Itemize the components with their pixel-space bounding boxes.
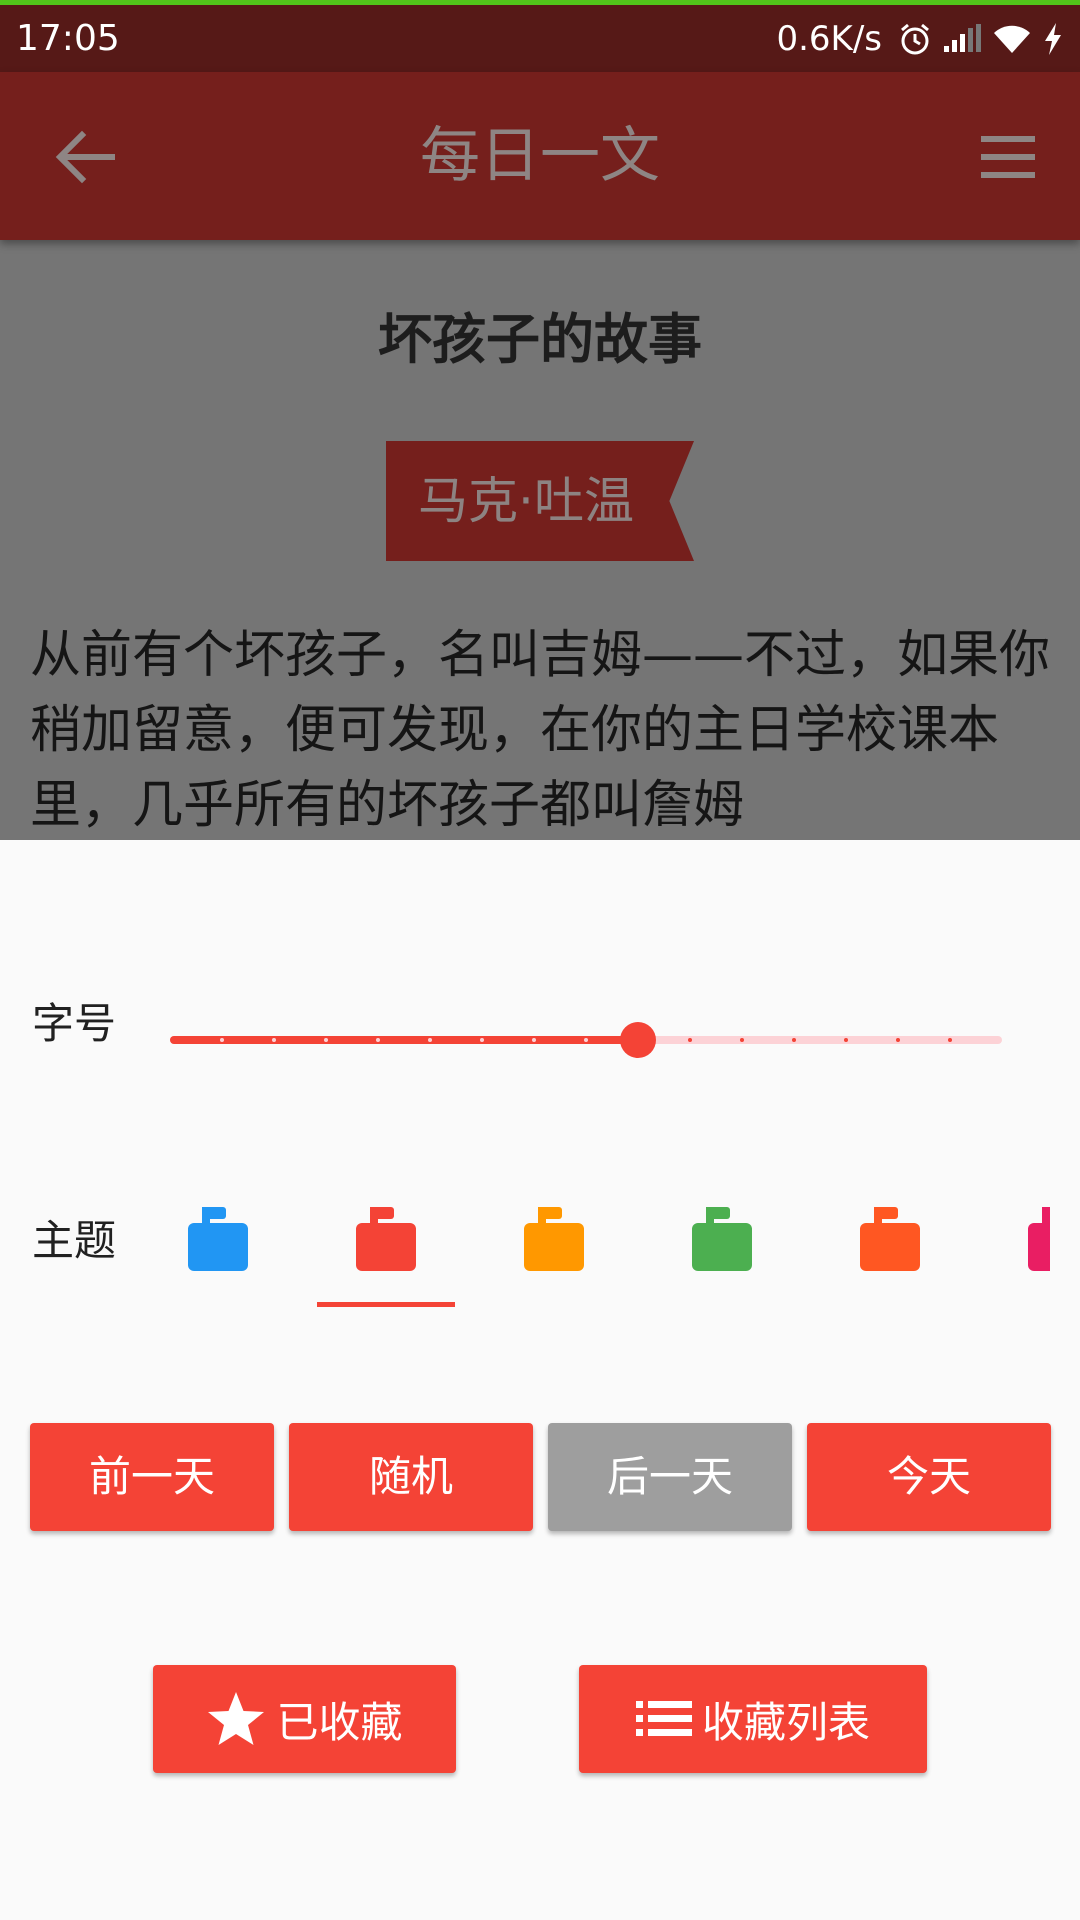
slider-tick <box>480 1038 484 1042</box>
wifi-icon <box>994 25 1030 53</box>
list-icon <box>635 1701 692 1736</box>
slider-tick <box>844 1038 848 1042</box>
theme-swatch-icon <box>524 1207 584 1271</box>
font-size-label: 字号 <box>32 999 117 1048</box>
article-content: 坏孩子的故事 马克·吐温 从前有个坏孩子，名叫吉姆——不过，如果你稍加留意，便可… <box>0 240 1080 840</box>
author-ribbon: 马克·吐温 <box>386 441 694 561</box>
font-size-slider[interactable] <box>170 1015 1002 1065</box>
slider-tick <box>532 1038 536 1042</box>
settings-sheet: 字号 主题 前一天 随机 后一天 今天 已收藏 收藏列表 <box>0 840 1080 1920</box>
prev-day-button[interactable]: 前一天 <box>30 1423 274 1531</box>
article-title: 坏孩子的故事 <box>378 308 702 371</box>
slider-tick <box>220 1038 224 1042</box>
status-time: 17:05 <box>16 18 120 59</box>
status-icons: 0.6K/s <box>776 19 1064 59</box>
slider-tick <box>272 1038 276 1042</box>
alarm-icon <box>901 23 929 54</box>
slider-tick <box>792 1038 796 1042</box>
theme-swatch-icon <box>356 1207 416 1271</box>
author-name: 马克·吐温 <box>418 472 634 530</box>
article-body: 从前有个坏孩子，名叫吉姆——不过，如果你稍加留意，便可发现，在你的主日学校课本里… <box>30 626 1051 835</box>
next-day-button[interactable]: 后一天 <box>548 1423 792 1531</box>
theme-swatch-icon <box>1028 1207 1050 1271</box>
theme-option-deep-orange[interactable] <box>822 1190 958 1320</box>
favorites-list-button[interactable]: 收藏列表 <box>579 1665 927 1773</box>
today-button[interactable]: 今天 <box>807 1423 1051 1531</box>
app-title: 每日一文 <box>420 121 660 191</box>
slider-fill <box>170 1036 638 1044</box>
app-bar: 每日一文 <box>0 72 1080 240</box>
slider-thumb[interactable] <box>620 1022 656 1058</box>
theme-option-blue[interactable] <box>150 1190 286 1320</box>
theme-option-red[interactable] <box>318 1190 454 1320</box>
theme-label: 主题 <box>32 1216 117 1265</box>
theme-swatch-icon <box>860 1207 920 1271</box>
network-speed: 0.6K/s <box>776 18 882 59</box>
menu-button[interactable] <box>975 122 1045 192</box>
theme-selector <box>150 1190 1050 1320</box>
status-bar: 17:05 0.6K/s <box>0 5 1080 72</box>
slider-tick <box>740 1038 744 1042</box>
random-button[interactable]: 随机 <box>289 1423 533 1531</box>
favorited-button[interactable]: 已收藏 <box>153 1665 456 1773</box>
slider-tick <box>688 1038 692 1042</box>
theme-selected-indicator <box>317 1302 455 1307</box>
theme-option-green[interactable] <box>654 1190 790 1320</box>
theme-option-orange[interactable] <box>486 1190 622 1320</box>
slider-tick <box>948 1038 952 1042</box>
signal-icon <box>944 23 981 52</box>
charging-icon <box>1045 22 1061 55</box>
favorited-label: 已收藏 <box>276 1697 403 1747</box>
slider-tick <box>428 1038 432 1042</box>
slider-tick <box>896 1038 900 1042</box>
slider-tick <box>324 1038 328 1042</box>
theme-option-pink[interactable] <box>990 1190 1050 1320</box>
menu-icon <box>981 136 1035 178</box>
theme-swatch-icon <box>188 1207 248 1271</box>
star-icon <box>208 1692 265 1745</box>
favorites-list-label: 收藏列表 <box>701 1697 870 1747</box>
theme-swatch-icon <box>692 1207 752 1271</box>
slider-tick <box>584 1038 588 1042</box>
slider-tick <box>376 1038 380 1042</box>
